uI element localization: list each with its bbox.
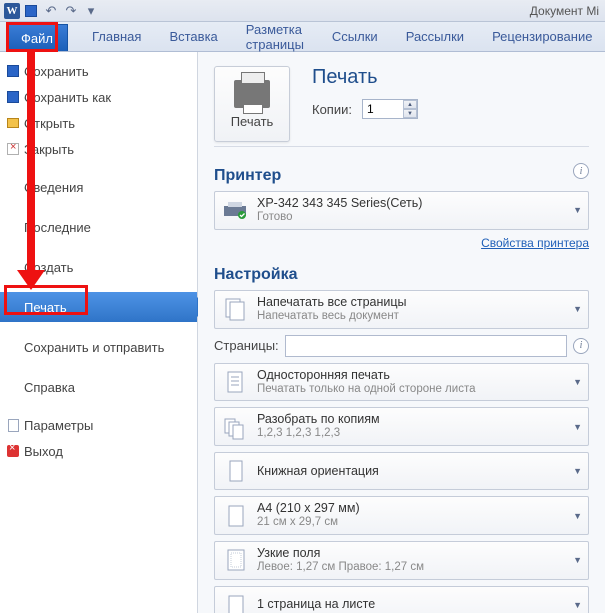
tab-references[interactable]: Ссылки [318,22,392,51]
exit-icon [6,444,20,458]
save-icon [6,64,20,78]
qat-redo-icon[interactable]: ↷ [62,2,80,20]
qat-save-icon[interactable] [22,2,40,20]
sidebar-item-options[interactable]: Параметры [0,412,197,438]
save-as-icon [6,90,20,104]
setting-paper-size[interactable]: A4 (210 x 297 мм)21 см x 29,7 см ▼ [214,496,589,535]
pages-info-icon[interactable]: i [573,338,589,354]
pages-per-sheet-icon [221,591,249,613]
qat-undo-icon[interactable]: ↶ [42,2,60,20]
chevron-down-icon: ▼ [573,600,582,610]
printer-device-icon [221,196,249,224]
printer-heading: Принтер [214,167,281,185]
options-icon [6,418,20,432]
pages-input[interactable] [285,335,567,357]
word-app-icon: W [4,3,20,19]
tab-insert[interactable]: Вставка [155,22,231,51]
chevron-down-icon: ▼ [573,466,582,476]
tab-review[interactable]: Рецензирование [478,22,605,51]
chevron-down-icon: ▼ [573,511,582,521]
chevron-down-icon: ▼ [573,304,582,314]
printer-properties-link[interactable]: Свойства принтера [214,236,589,250]
print-button-label: Печать [231,114,274,129]
printer-info-icon[interactable]: i [573,163,589,179]
chevron-down-icon: ▼ [573,377,582,387]
sidebar-item-label: Сохранить и отправить [24,340,164,355]
sidebar-item-label: Печать [24,300,67,315]
document-title: Документ Mi [530,4,599,18]
close-icon [6,142,20,156]
sidebar-item-exit[interactable]: Выход [0,438,197,464]
sidebar-item-print[interactable]: Печать [0,292,197,322]
printer-name: XP-342 343 345 Series(Сеть) [257,196,422,211]
pages-icon [221,295,249,323]
print-heading: Печать [312,66,589,89]
ribbon-tabs: Файл Главная Вставка Разметка страницы С… [0,22,605,52]
setting-pages-per-sheet[interactable]: 1 страница на листе ▼ [214,586,589,613]
title-bar: W ↶ ↷ ▾ Документ Mi [0,0,605,22]
sidebar-item-label: Параметры [24,418,93,433]
chevron-down-icon: ▼ [573,422,582,432]
sidebar-item-label: Выход [24,444,63,459]
margins-icon [221,546,249,574]
paper-size-icon [221,502,249,530]
open-icon [6,116,20,130]
copies-label: Копии: [312,102,352,117]
copies-spinner[interactable]: ▲▼ [403,100,417,118]
printer-icon [234,80,270,108]
tab-home[interactable]: Главная [78,22,155,51]
sidebar-item-label: Сохранить как [24,90,111,105]
setting-duplex[interactable]: Односторонняя печатьПечатать только на о… [214,363,589,402]
setting-margins[interactable]: Узкие поляЛевое: 1,27 см Правое: 1,27 см… [214,541,589,580]
one-side-icon [221,368,249,396]
printer-status: Готово [257,211,422,225]
chevron-down-icon: ▼ [573,205,582,215]
sidebar-item-label: Справка [24,380,75,395]
settings-heading: Настройка [214,266,589,284]
print-button[interactable]: Печать [214,66,290,142]
printer-selector[interactable]: XP-342 343 345 Series(Сеть) Готово ▼ [214,191,589,230]
setting-orientation[interactable]: Книжная ориентация ▼ [214,452,589,490]
setting-collate[interactable]: Разобрать по копиям1,2,3 1,2,3 1,2,3 ▼ [214,407,589,446]
chevron-down-icon: ▼ [573,555,582,565]
print-panel: Печать Печать Копии: ▲▼ Принтер i [198,52,605,613]
collate-icon [221,413,249,441]
sidebar-item-help[interactable]: Справка [0,372,197,402]
tab-file[interactable]: Файл [6,24,68,51]
setting-print-range[interactable]: Напечатать все страницыНапечатать весь д… [214,290,589,329]
qat-customize-icon[interactable]: ▾ [82,2,100,20]
pages-label: Страницы: [214,338,279,353]
portrait-icon [221,457,249,485]
tab-mailings[interactable]: Рассылки [392,22,478,51]
sidebar-item-share[interactable]: Сохранить и отправить [0,332,197,362]
tab-layout[interactable]: Разметка страницы [232,22,318,51]
